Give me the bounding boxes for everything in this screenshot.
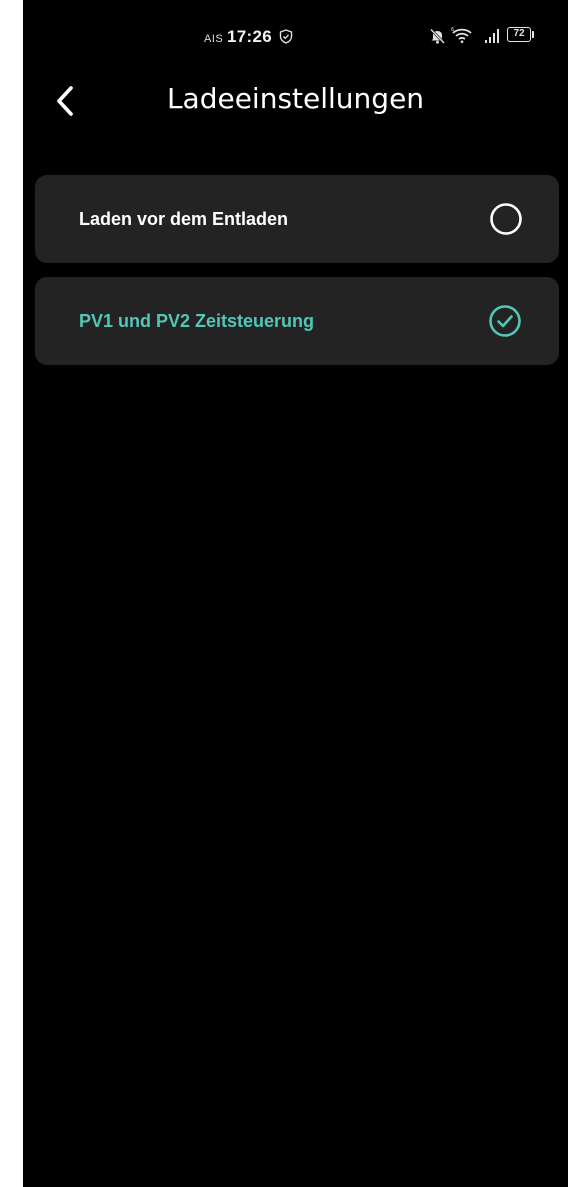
status-bar: AIS 17:26 6 72: [23, 0, 568, 80]
battery-cap: [532, 31, 534, 38]
vpn-shield-icon: [279, 29, 293, 44]
wifi-icon: 6: [451, 27, 472, 44]
check-circle-icon: [489, 305, 521, 337]
app-screen: AIS 17:26 6 72 Ladeeinstellungen Laden v…: [23, 0, 568, 1187]
mute-bell-icon: [430, 28, 445, 44]
option-pv-time-control[interactable]: PV1 und PV2 Zeitsteuerung: [35, 277, 559, 365]
option-label: PV1 und PV2 Zeitsteuerung: [79, 311, 315, 331]
svg-text:6: 6: [451, 27, 454, 33]
page-title: Ladeeinstellungen: [166, 82, 425, 115]
battery-icon: 72: [507, 27, 537, 44]
carrier-label: AIS: [204, 33, 224, 45]
signal-icon: [485, 29, 499, 43]
status-time: 17:26: [227, 27, 272, 46]
option-label: Laden vor dem Entladen: [79, 209, 289, 229]
option-charge-before-discharge[interactable]: Laden vor dem Entladen: [35, 175, 559, 263]
battery-level: 72: [507, 27, 531, 42]
radio-unchecked-icon: [490, 203, 522, 235]
